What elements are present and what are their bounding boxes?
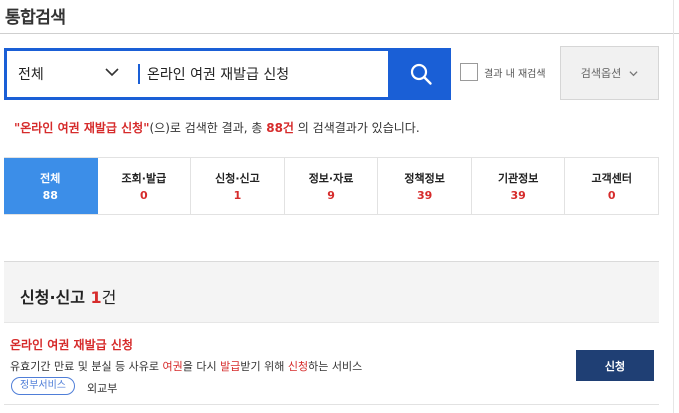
search-button[interactable]: [391, 48, 451, 100]
desc-highlight: 여권: [162, 360, 183, 373]
result-title-link[interactable]: 온라인 여권 재발급 신청: [10, 336, 133, 353]
tab-count: 0: [140, 189, 148, 202]
desc-text: 받기 위해: [240, 360, 288, 373]
desc-text: 하는 서비스: [308, 360, 363, 373]
section-header: 신청·신고 1건: [4, 261, 659, 323]
desc-highlight: 신청: [287, 360, 309, 373]
summary-text-a: (으)로 검색한 결과, 총: [149, 121, 267, 135]
tab-count: 39: [416, 189, 433, 202]
scope-select-value: 전체: [18, 67, 44, 83]
chevron-down-icon[interactable]: [104, 64, 120, 80]
result-divider: [4, 404, 659, 405]
research-label: 결과 내 재검색: [484, 68, 546, 80]
tab-label: 신청·신고: [215, 172, 260, 185]
tab-customer-center[interactable]: 고객센터 0: [565, 158, 660, 214]
research-option: 결과 내 재검색: [460, 63, 546, 81]
page-title: 통합검색: [5, 8, 66, 28]
tab-application-report[interactable]: 신청·신고 1: [191, 158, 285, 214]
search-icon: [410, 63, 432, 85]
tab-label: 고객센터: [591, 172, 632, 185]
summary-keyword: 온라인 여권 재발급 신청: [20, 121, 144, 135]
tab-info-materials[interactable]: 정보·자료 9: [284, 158, 379, 214]
search-input[interactable]: [147, 56, 387, 92]
tab-count: 39: [510, 189, 526, 202]
tab-agency-info[interactable]: 기관정보 39: [471, 158, 566, 214]
summary-text-b: 의 검색결과가 있습니다.: [293, 121, 420, 135]
desc-text: 을 다시: [182, 360, 221, 373]
section-title-text: 신청·신고: [20, 288, 91, 307]
tab-label: 전체: [40, 172, 61, 185]
search-divider: [138, 64, 140, 84]
category-tabs: 전체 88 조회·발급 0 신청·신고 1 정보·자료 9 정책정보 39 기관…: [4, 157, 660, 215]
section-count-unit: 건: [101, 288, 117, 307]
tab-label: 정보·자료: [308, 172, 354, 185]
result-agency: 외교부: [87, 382, 118, 395]
research-checkbox[interactable]: [460, 63, 478, 81]
tab-count: 88: [42, 189, 58, 202]
page-edge: [673, 0, 674, 413]
desc-text: 유효기간 만료 및 분실 등 사유로: [10, 360, 163, 373]
result-summary: "온라인 여권 재발급 신청"(으)로 검색한 결과, 총 88건 의 검색결과…: [14, 119, 420, 136]
section-title: 신청·신고 1건: [20, 284, 116, 308]
tab-label: 기관정보: [497, 172, 539, 185]
search-box: 전체: [4, 48, 391, 100]
tab-count: 1: [233, 189, 242, 202]
desc-highlight: 발급: [220, 360, 241, 373]
search-options-label: 검색옵션: [580, 67, 622, 80]
chevron-down-icon: [629, 70, 638, 76]
service-type-tag: 정부서비스: [11, 377, 75, 395]
title-divider: [0, 33, 679, 34]
apply-button[interactable]: 신청: [576, 350, 654, 381]
search-options-button[interactable]: 검색옵션: [560, 46, 659, 100]
section-count: 1: [90, 288, 102, 307]
summary-count: 88건: [266, 121, 294, 135]
tab-all[interactable]: 전체 88: [4, 158, 98, 214]
tab-inquiry-issuance[interactable]: 조회·발급 0: [97, 158, 192, 214]
tab-label: 조회·발급: [121, 172, 167, 185]
tab-policy-info[interactable]: 정책정보 39: [378, 158, 472, 214]
tab-count: 0: [607, 189, 616, 202]
tab-count: 9: [327, 189, 335, 202]
result-description: 유효기간 만료 및 분실 등 사유로 여권을 다시 발급받기 위해 신청하는 서…: [10, 358, 362, 374]
tab-label: 정책정보: [404, 172, 445, 185]
